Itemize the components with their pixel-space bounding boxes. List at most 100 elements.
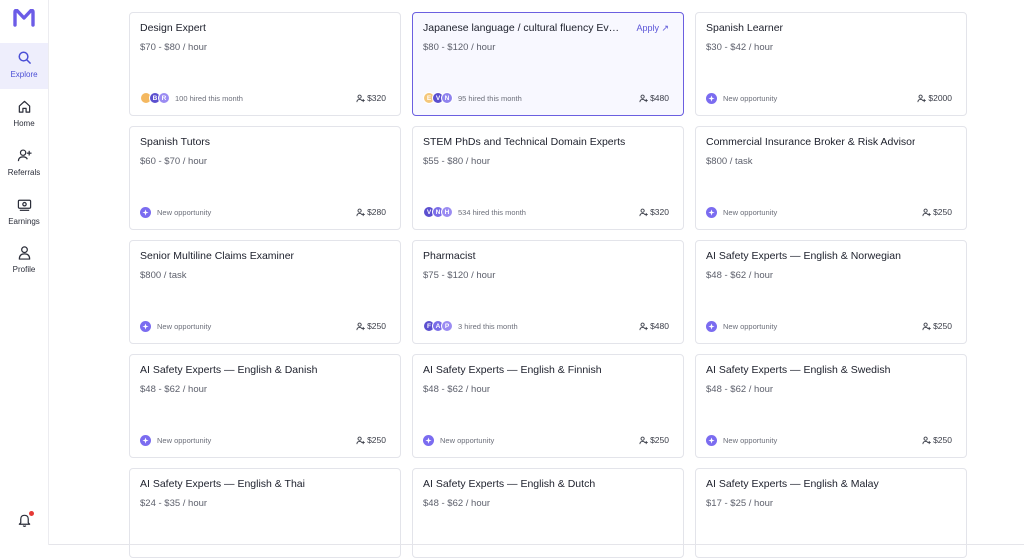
nav-earnings[interactable]: Earnings xyxy=(0,190,48,236)
hired-count: 95 hired this month xyxy=(458,94,522,103)
referral-bonus-amount: $480 xyxy=(650,93,669,103)
referral-bonus-amount: $280 xyxy=(367,207,386,217)
card-rate: $60 - $70 / hour xyxy=(140,156,207,167)
card-title: AI Safety Experts — English & Dutch xyxy=(423,478,595,490)
card-footer: New opportunity $2000 xyxy=(706,91,952,105)
opportunity-card[interactable]: AI Safety Experts — English & Norwegian$… xyxy=(695,240,967,344)
opportunity-card[interactable]: Senior Multiline Claims Examiner$800 / t… xyxy=(129,240,401,344)
nav-explore[interactable]: Explore xyxy=(0,43,48,89)
sparkle-icon xyxy=(708,95,715,102)
new-opportunity-badge xyxy=(140,207,151,218)
search-icon xyxy=(17,50,32,65)
card-footer: FAP3 hired this month$480 xyxy=(423,319,669,333)
avatar: N xyxy=(441,92,453,104)
add-person-icon xyxy=(17,148,32,163)
opportunity-card[interactable]: Japanese language / cultural fluency Eva… xyxy=(412,12,684,116)
card-footer: EVN95 hired this month$480 xyxy=(423,91,669,105)
new-opportunity-badge xyxy=(706,435,717,446)
opportunity-card[interactable]: Design Expert $70 - $80 / hour BR100 hired… xyxy=(129,12,401,116)
sparkle-icon xyxy=(142,209,149,216)
nav-profile[interactable]: Profile xyxy=(0,238,48,284)
referral-bonus-amount: $250 xyxy=(933,435,952,445)
referral-bonus-amount: $250 xyxy=(933,321,952,331)
nav-label: Earnings xyxy=(8,217,40,226)
new-opportunity-badge xyxy=(706,93,717,104)
card-rate: $48 - $62 / hour xyxy=(140,384,207,395)
notifications-button[interactable] xyxy=(17,512,32,528)
referral-bonus-icon xyxy=(922,322,931,331)
card-rate: $800 / task xyxy=(140,270,186,281)
card-title: Spanish Learner xyxy=(706,22,783,34)
new-opportunity-badge xyxy=(140,321,151,332)
card-footer: New opportunity $250 xyxy=(140,319,386,333)
card-title: AI Safety Experts — English & Malay xyxy=(706,478,879,490)
sidebar: Explore Home Referrals Earnings Profile xyxy=(0,0,49,545)
new-opportunity-label: New opportunity xyxy=(157,322,211,331)
card-rate: $17 - $25 / hour xyxy=(706,498,773,509)
opportunity-card[interactable]: AI Safety Experts — English & Finnish$48… xyxy=(412,354,684,458)
referral-bonus-amount: $250 xyxy=(367,321,386,331)
referral-bonus: $250 xyxy=(356,435,386,445)
hired-avatars: VNH xyxy=(423,206,450,218)
new-opportunity-label: New opportunity xyxy=(723,436,777,445)
card-title: AI Safety Experts — English & Swedish xyxy=(706,364,890,376)
card-footer: VNH 534 hired this month $320 xyxy=(423,205,669,219)
opportunity-card[interactable]: AI Safety Experts — English & Swedish$48… xyxy=(695,354,967,458)
card-rate: $800 / task xyxy=(706,156,752,167)
card-title: Japanese language / cultural fluency Eva… xyxy=(423,22,623,34)
sparkle-icon xyxy=(708,323,715,330)
avatar: R xyxy=(158,92,170,104)
referral-bonus-icon xyxy=(917,94,926,103)
referral-bonus: $320 xyxy=(356,93,386,103)
nav-label: Explore xyxy=(10,70,37,79)
referral-bonus-icon xyxy=(639,436,648,445)
referral-bonus-icon xyxy=(922,436,931,445)
nav-referrals[interactable]: Referrals xyxy=(0,141,48,187)
referral-bonus-amount: $320 xyxy=(650,207,669,217)
referral-bonus-amount: $250 xyxy=(367,435,386,445)
referral-bonus-icon xyxy=(639,94,648,103)
card-title: AI Safety Experts — English & Finnish xyxy=(423,364,602,376)
person-icon xyxy=(17,245,32,260)
card-rate: $30 - $42 / hour xyxy=(706,42,773,53)
apply-link[interactable]: Apply ↗ xyxy=(636,23,669,34)
card-footer: New opportunity $250 xyxy=(706,319,952,333)
new-opportunity-badge xyxy=(140,435,151,446)
card-title: STEM PhDs and Technical Domain Experts xyxy=(423,136,625,148)
card-footer: New opportunity$250 xyxy=(423,433,669,447)
referral-bonus: $480 xyxy=(639,93,669,103)
referral-bonus: $480 xyxy=(639,321,669,331)
opportunity-card[interactable]: Spanish Tutors$60 - $70 / hourNew opport… xyxy=(129,126,401,230)
hired-count: 534 hired this month xyxy=(458,208,526,217)
referral-bonus-icon xyxy=(639,208,648,217)
card-title: Commercial Insurance Broker & Risk Advis… xyxy=(706,136,915,148)
opportunity-card[interactable]: AI Safety Experts — English & Danish $48 … xyxy=(129,354,401,458)
referral-bonus: $250 xyxy=(922,321,952,331)
opportunity-card[interactable]: STEM PhDs and Technical Domain Experts $5… xyxy=(412,126,684,230)
referral-bonus: $320 xyxy=(639,207,669,217)
referral-bonus-amount: $250 xyxy=(933,207,952,217)
card-rate: $55 - $80 / hour xyxy=(423,156,490,167)
card-rate: $24 - $35 / hour xyxy=(140,498,207,509)
home-icon xyxy=(17,99,32,114)
card-rate: $70 - $80 / hour xyxy=(140,42,207,53)
card-footer: BR100 hired this month$320 xyxy=(140,91,386,105)
new-opportunity-label: New opportunity xyxy=(723,94,777,103)
card-title: Spanish Tutors xyxy=(140,136,210,148)
card-title: AI Safety Experts — English & Thai xyxy=(140,478,305,490)
brand-logo[interactable] xyxy=(13,9,35,27)
opportunity-card[interactable]: Commercial Insurance Broker & Risk Advis… xyxy=(695,126,967,230)
referral-bonus-amount: $480 xyxy=(650,321,669,331)
nav-home[interactable]: Home xyxy=(0,92,48,138)
referral-bonus-icon xyxy=(639,322,648,331)
referral-bonus-icon xyxy=(356,322,365,331)
card-title: Design Expert xyxy=(140,22,206,34)
new-opportunity-label: New opportunity xyxy=(440,436,494,445)
card-title: AI Safety Experts — English & Danish xyxy=(140,364,317,376)
new-opportunity-label: New opportunity xyxy=(723,322,777,331)
opportunity-card[interactable]: Pharmacist$75 - $120 / hourFAP3 hired th… xyxy=(412,240,684,344)
referral-bonus-icon xyxy=(922,208,931,217)
referral-bonus-icon xyxy=(356,208,365,217)
opportunity-card[interactable]: Spanish Learner $30 - $42 / hour New oppor… xyxy=(695,12,967,116)
referral-bonus: $2000 xyxy=(917,93,952,103)
